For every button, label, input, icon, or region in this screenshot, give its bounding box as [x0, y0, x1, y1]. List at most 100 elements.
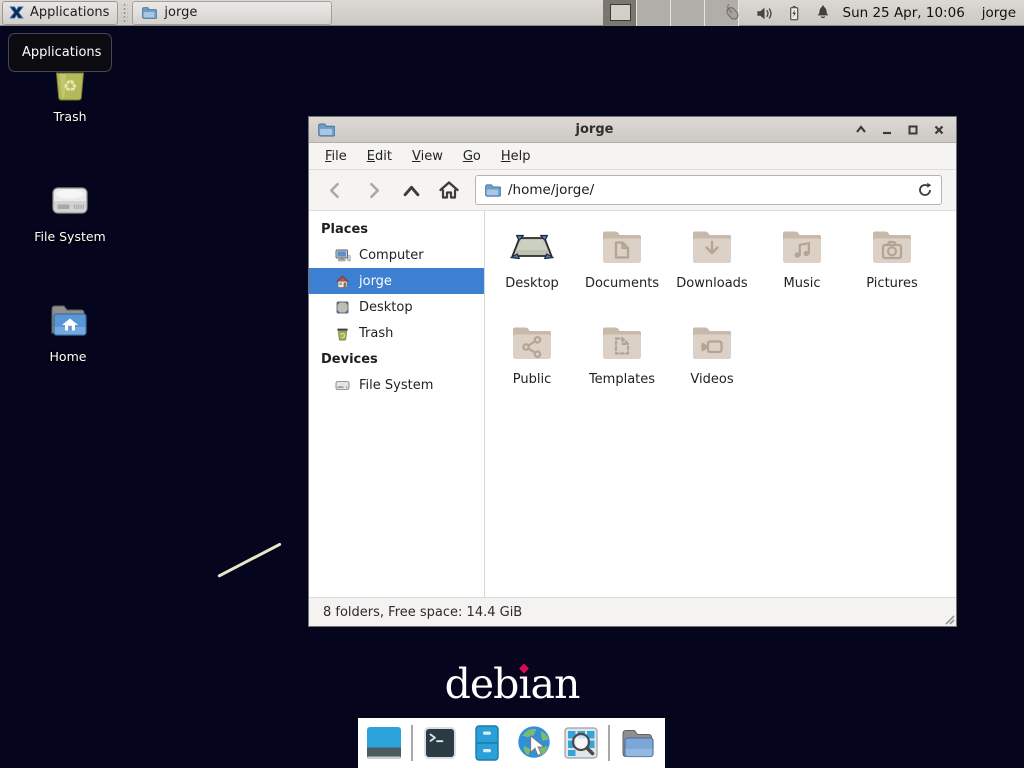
volume-icon[interactable]: [755, 4, 774, 23]
window-titlebar[interactable]: jorge: [309, 117, 956, 143]
menu-view[interactable]: View: [402, 145, 453, 168]
file-item-music[interactable]: Music: [757, 223, 847, 319]
hard-drive-icon: [46, 177, 94, 225]
file-item-documents[interactable]: Documents: [577, 223, 667, 319]
drive-icon: [334, 377, 351, 394]
taskbar-button-label: jorge: [164, 5, 197, 20]
back-button[interactable]: [317, 175, 353, 205]
sidebar-item-label: Computer: [359, 248, 424, 263]
computer-icon: [334, 247, 351, 264]
pictures-folder-icon: [868, 223, 916, 271]
sidebar-item-label: Trash: [359, 326, 393, 341]
maximize-window-button[interactable]: [906, 123, 920, 137]
desktop-icon: [334, 299, 351, 316]
file-item-videos[interactable]: Videos: [667, 319, 757, 415]
menubar: File Edit View Go Help: [309, 143, 956, 170]
files-view: Desktop Documents: [485, 211, 956, 597]
web-browser-button[interactable]: [514, 723, 554, 763]
file-manager-window: jorge File Edit View Go Help: [308, 116, 957, 627]
resize-grip[interactable]: [942, 612, 955, 625]
file-item-label: Desktop: [487, 276, 577, 291]
home-button[interactable]: [431, 175, 467, 205]
taskbar-button-jorge[interactable]: jorge: [132, 1, 332, 25]
sidebar-item-file-system[interactable]: File System: [309, 372, 484, 398]
top-panel: Applications jorge Sun 25 Apr, 10:06 jor…: [0, 0, 1024, 26]
up-button[interactable]: [393, 175, 429, 205]
sidebar-item-label: Desktop: [359, 300, 413, 315]
show-desktop-button[interactable]: [364, 723, 404, 763]
music-folder-icon: [778, 223, 826, 271]
home-directory-button[interactable]: [617, 723, 657, 763]
templates-folder-icon: [598, 319, 646, 367]
workspace-pager[interactable]: [603, 0, 739, 26]
sidebar-item-label: File System: [359, 378, 433, 393]
home-icon: [334, 273, 351, 290]
address-bar[interactable]: /home/jorge/: [475, 175, 942, 205]
file-item-downloads[interactable]: Downloads: [667, 223, 757, 319]
forward-button[interactable]: [355, 175, 391, 205]
window-folder-icon: [317, 121, 335, 139]
debian-logo-text: deb: [445, 660, 519, 708]
file-item-label: Documents: [577, 276, 667, 291]
desktop-workspace-icon: [508, 223, 556, 271]
status-text: 8 folders, Free space: 14.4 GiB: [323, 605, 522, 620]
file-item-label: Public: [487, 372, 577, 387]
debian-logo-i: ı: [518, 660, 530, 708]
dock-separator: [411, 725, 413, 761]
file-item-label: Pictures: [847, 276, 937, 291]
sidebar: Places Computer jorge Desktop: [309, 211, 485, 597]
dock-separator: [608, 725, 610, 761]
app-finder-button[interactable]: [561, 723, 601, 763]
applications-menu-label: Applications: [30, 5, 109, 20]
svg-text:♻: ♻: [63, 77, 77, 96]
mouse-icon[interactable]: [723, 3, 744, 24]
minimize-window-button[interactable]: [880, 123, 894, 137]
desktop-icon-home[interactable]: Home: [20, 297, 116, 364]
sidebar-item-computer[interactable]: Computer: [309, 242, 484, 268]
videos-folder-icon: [688, 319, 736, 367]
sidebar-item-trash[interactable]: Trash: [309, 320, 484, 346]
workspace-1[interactable]: [603, 0, 637, 26]
desktop-icon-label: Trash: [22, 109, 118, 124]
terminal-button[interactable]: [420, 723, 460, 763]
menu-help[interactable]: Help: [491, 145, 541, 168]
applications-menu-button[interactable]: Applications: [2, 1, 118, 25]
panel-user-label[interactable]: jorge: [982, 5, 1016, 21]
file-item-templates[interactable]: Templates: [577, 319, 667, 415]
sidebar-devices-header: Devices: [309, 346, 484, 372]
panel-clock[interactable]: Sun 25 Apr, 10:06: [843, 5, 965, 21]
shade-window-button[interactable]: [854, 123, 868, 137]
file-item-pictures[interactable]: Pictures: [847, 223, 937, 319]
reload-icon[interactable]: [917, 182, 933, 198]
sidebar-places-header: Places: [309, 216, 484, 242]
workspace-2[interactable]: [637, 0, 671, 26]
address-text[interactable]: /home/jorge/: [508, 182, 910, 198]
desktop-artifact-line: [217, 542, 281, 577]
window-title: jorge: [341, 122, 848, 137]
file-item-label: Music: [757, 276, 847, 291]
sidebar-item-desktop[interactable]: Desktop: [309, 294, 484, 320]
applications-tooltip: Applications: [8, 33, 112, 72]
sidebar-item-jorge[interactable]: jorge: [309, 268, 484, 294]
system-tray: Sun 25 Apr, 10:06 jorge: [723, 0, 1024, 26]
dock-panel: [358, 718, 665, 768]
file-item-public[interactable]: Public: [487, 319, 577, 415]
sidebar-item-label: jorge: [359, 274, 392, 289]
desktop-icon-file-system[interactable]: File System: [22, 177, 118, 244]
toolbar: /home/jorge/: [309, 170, 956, 211]
xfce-logo-icon: [8, 4, 25, 21]
taskbar-folder-icon: [141, 5, 157, 21]
file-item-label: Videos: [667, 372, 757, 387]
public-folder-icon: [508, 319, 556, 367]
trash-icon: [334, 325, 351, 342]
file-item-desktop[interactable]: Desktop: [487, 223, 577, 319]
close-window-button[interactable]: [932, 123, 946, 137]
menu-edit[interactable]: Edit: [357, 145, 402, 168]
battery-icon[interactable]: [785, 4, 803, 22]
workspace-3[interactable]: [671, 0, 705, 26]
menu-go[interactable]: Go: [453, 145, 491, 168]
debian-logo-text: an: [531, 660, 580, 708]
bell-icon[interactable]: [814, 4, 832, 22]
menu-file[interactable]: File: [315, 145, 357, 168]
file-cabinet-button[interactable]: [467, 723, 507, 763]
